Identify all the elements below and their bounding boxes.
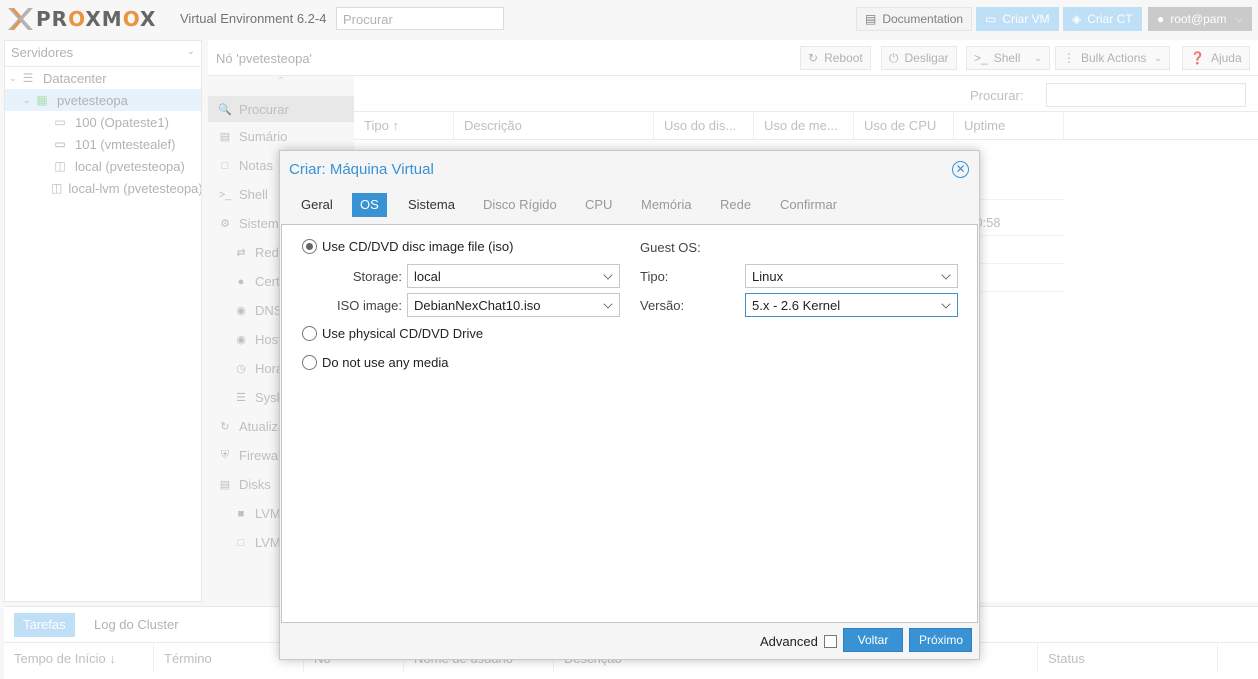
chevron-down-icon (941, 299, 951, 309)
os-type-value: Linux (752, 269, 784, 284)
chevron-down-icon (603, 270, 613, 280)
tab-general[interactable]: Geral (293, 193, 341, 217)
os-type-select[interactable]: Linux (745, 264, 958, 288)
iso-image-value: DebianNexChat10.iso (414, 298, 541, 313)
storage-select[interactable]: local (407, 264, 620, 288)
no-media-radio[interactable]: Do not use any media (302, 355, 448, 370)
iso-image-label: ISO image: (336, 298, 402, 313)
storage-label: Storage: (352, 269, 402, 284)
dialog-footer: Advanced Voltar Próximo (280, 623, 979, 659)
iso-image-select[interactable]: DebianNexChat10.iso (407, 293, 620, 317)
tab-os[interactable]: OS (352, 193, 387, 217)
tab-cpu[interactable]: CPU (577, 193, 620, 217)
create-vm-dialog: Criar: Máquina Virtual ✕ Geral OS Sistem… (279, 150, 980, 660)
advanced-checkbox[interactable] (824, 635, 837, 648)
tab-hard-disk[interactable]: Disco Rígido (475, 193, 565, 217)
physical-drive-option-label: Use physical CD/DVD Drive (322, 326, 484, 341)
advanced-label: Advanced (760, 634, 818, 649)
wizard-tabs: Geral OS Sistema Disco Rígido CPU Memóri… (280, 189, 979, 223)
physical-drive-radio[interactable]: Use physical CD/DVD Drive (302, 326, 483, 341)
radio-unchecked-icon (302, 355, 317, 370)
tab-system[interactable]: Sistema (400, 193, 463, 217)
no-media-option-label: Do not use any media (322, 355, 449, 370)
os-type-label: Tipo: (640, 269, 669, 284)
close-icon[interactable]: ✕ (952, 161, 969, 178)
os-version-select[interactable]: 5.x - 2.6 Kernel (745, 293, 958, 317)
os-version-label: Versão: (640, 298, 685, 313)
tab-memory[interactable]: Memória (633, 193, 700, 217)
back-button[interactable]: Voltar (843, 628, 903, 652)
os-version-value: 5.x - 2.6 Kernel (752, 298, 841, 313)
radio-unchecked-icon (302, 326, 317, 341)
tab-confirm[interactable]: Confirmar (772, 193, 845, 217)
iso-image-radio[interactable]: Use CD/DVD disc image file (iso) (302, 239, 513, 254)
chevron-down-icon (941, 270, 951, 280)
storage-value: local (414, 269, 441, 284)
guest-os-heading: Guest OS: (640, 240, 701, 255)
radio-checked-icon (302, 239, 317, 254)
chevron-down-icon (603, 299, 613, 309)
os-panel: Use CD/DVD disc image file (iso) Storage… (281, 224, 978, 623)
next-button[interactable]: Próximo (909, 628, 972, 652)
tab-network[interactable]: Rede (712, 193, 759, 217)
iso-image-option-label: Use CD/DVD disc image file (iso) (322, 239, 514, 254)
dialog-title: Criar: Máquina Virtual (289, 161, 434, 178)
